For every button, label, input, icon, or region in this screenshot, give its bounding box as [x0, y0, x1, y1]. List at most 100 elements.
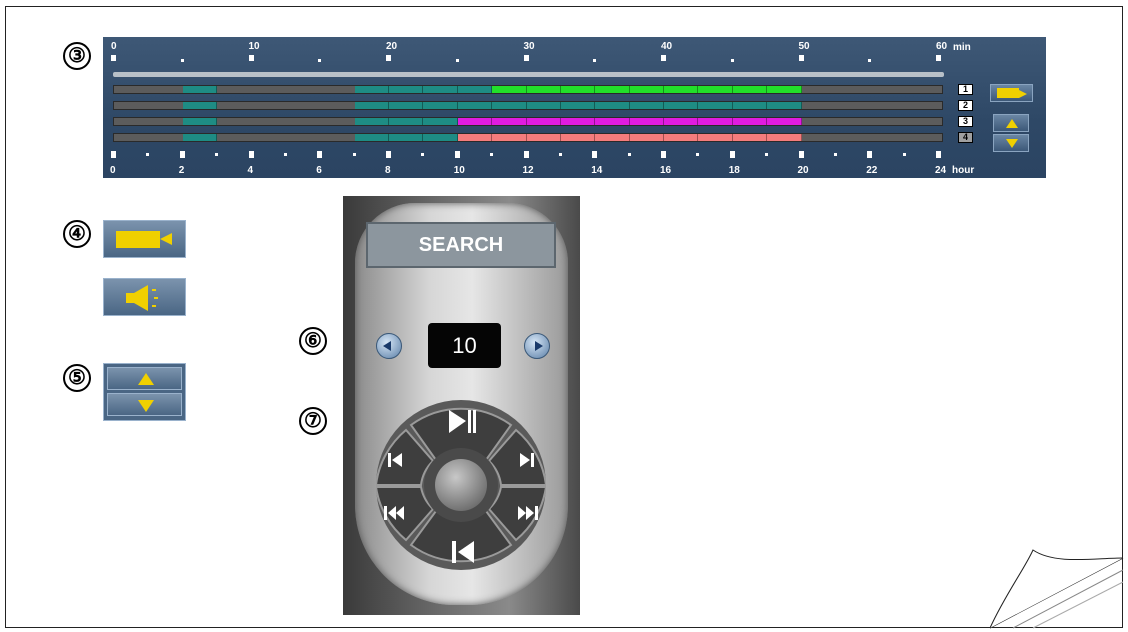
- hour-minor-tick: [146, 153, 150, 156]
- timeline-down-button[interactable]: [993, 134, 1029, 152]
- recording-segment: [182, 118, 218, 125]
- hour-tick-label: 12: [522, 165, 534, 176]
- hour-tick-label: 20: [797, 165, 809, 176]
- segment-cell: [561, 134, 596, 141]
- hour-tick: [248, 151, 254, 158]
- segment-cell: [527, 86, 561, 93]
- segment-cell: [595, 86, 630, 93]
- minute-tick: [386, 55, 391, 61]
- channel-selector[interactable]: 3: [958, 116, 973, 127]
- search-timeline[interactable]: min hour 0 10 20 30 40 50 60 0 2 4 6 8 10 12 14 16 18 20 2…: [103, 37, 1046, 178]
- next-value-button[interactable]: [524, 333, 550, 359]
- timeline-up-button[interactable]: [993, 114, 1029, 132]
- segment-cell: [389, 118, 424, 125]
- minute-tick-label: 20: [386, 41, 398, 52]
- segment-cell: [423, 134, 458, 141]
- step-back-icon: [388, 453, 391, 467]
- segment-cell: [664, 118, 699, 125]
- segment-cell: [733, 118, 768, 125]
- segment-cell: [355, 102, 389, 109]
- center-button[interactable]: [435, 459, 487, 511]
- minute-tick-label: 10: [248, 41, 260, 52]
- segment-cell: [595, 134, 630, 141]
- reverse-play-icon: [452, 541, 456, 563]
- playback-dpad: [376, 400, 546, 570]
- segment-cell: [630, 102, 664, 109]
- audio-button[interactable]: [103, 278, 186, 316]
- recording-segment: [182, 86, 218, 93]
- minute-minor-tick: [593, 59, 597, 62]
- hour-tick: [111, 151, 116, 158]
- channel-track[interactable]: [113, 101, 943, 110]
- channel-selector[interactable]: 1: [958, 84, 973, 95]
- minute-tick: [661, 55, 666, 61]
- arrow-right-icon: [535, 341, 543, 351]
- segment-cell: [492, 102, 527, 109]
- up-button[interactable]: [107, 367, 182, 390]
- segment-cell: [767, 118, 802, 125]
- pause-bar-icon: [468, 410, 471, 433]
- recording-segment: [457, 134, 802, 141]
- segment-cell: [698, 118, 733, 125]
- segment-cell: [527, 134, 561, 141]
- value-display: 10: [428, 323, 501, 368]
- hour-tick: [523, 151, 529, 158]
- hour-tick: [386, 151, 391, 158]
- down-button[interactable]: [107, 393, 182, 416]
- hour-tick-label: 22: [866, 165, 878, 176]
- hour-tick-label: 16: [660, 165, 672, 176]
- camera-mode-button[interactable]: [990, 84, 1033, 102]
- channel-track[interactable]: [113, 117, 943, 126]
- callout-3: ③: [63, 42, 91, 70]
- callout-6: ⑥: [299, 327, 327, 355]
- segment-cell: [664, 134, 699, 141]
- channel-track[interactable]: [113, 133, 943, 142]
- hour-tick-label: 4: [247, 165, 254, 176]
- segment-cell: [561, 86, 596, 93]
- recording-segment: [492, 86, 802, 93]
- segment-cell: [630, 118, 664, 125]
- minute-progress-bar[interactable]: [113, 72, 944, 77]
- minute-tick: [798, 55, 804, 61]
- minute-tick: [111, 55, 116, 61]
- prev-value-button[interactable]: [376, 333, 402, 359]
- camera-icon: [116, 231, 160, 248]
- minute-tick-label: 30: [523, 41, 535, 52]
- segment-cell: [492, 118, 527, 125]
- hour-unit-label: hour: [952, 165, 975, 176]
- minute-tick-label: 40: [661, 41, 673, 52]
- hour-minor-tick: [490, 153, 494, 156]
- recording-segment: [354, 102, 802, 109]
- recording-segment: [354, 134, 458, 141]
- segment-cell: [664, 86, 699, 93]
- segment-cell: [492, 134, 527, 141]
- segment-cell: [733, 134, 768, 141]
- hour-tick: [936, 151, 941, 158]
- hour-tick-label: 0: [110, 165, 116, 176]
- channel-selector[interactable]: 4: [958, 132, 973, 143]
- segment-cell: [698, 102, 733, 109]
- channel-track[interactable]: [113, 85, 943, 94]
- segment-cell: [423, 86, 458, 93]
- segment-cell: [664, 102, 699, 109]
- segment-cell: [733, 86, 768, 93]
- hour-minor-tick: [902, 153, 906, 156]
- minute-tick-label: 50: [798, 41, 810, 52]
- minute-minor-tick: [868, 59, 872, 62]
- camera-icon: [997, 88, 1019, 98]
- segment-cell: [733, 102, 768, 109]
- recording-segment: [182, 134, 218, 141]
- hour-tick-label: 18: [728, 165, 740, 176]
- segment-cell: [527, 118, 561, 125]
- segment-cell: [355, 134, 389, 141]
- camera-button[interactable]: [103, 220, 186, 258]
- arrow-down-icon: [138, 400, 154, 412]
- channel-selector[interactable]: 2: [958, 100, 973, 111]
- page-curl-graphic: [989, 549, 1124, 629]
- segment-cell: [767, 134, 802, 141]
- segment-cell: [355, 118, 389, 125]
- callout-4: ④: [63, 220, 91, 248]
- segment-cell: [698, 86, 733, 93]
- minute-minor-tick: [318, 59, 322, 62]
- hour-tick: [317, 151, 323, 158]
